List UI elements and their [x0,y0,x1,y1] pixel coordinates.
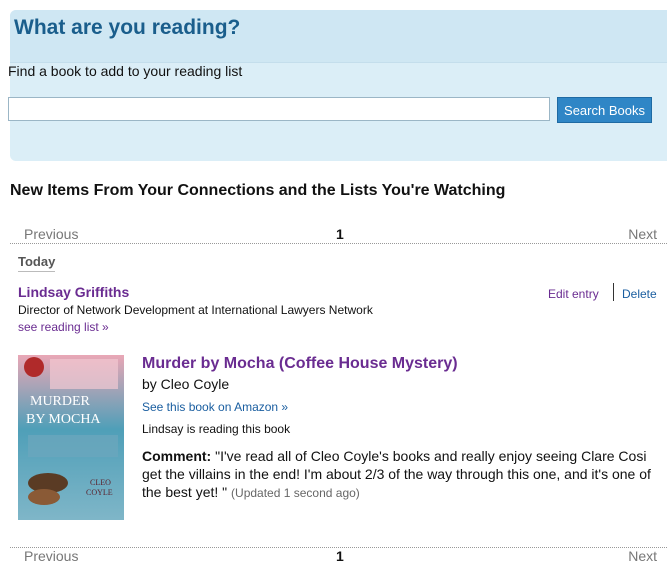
pager-next[interactable]: Next [628,226,657,242]
search-title: What are you reading? [14,16,241,39]
cover-badge [24,357,44,377]
book-search-input[interactable] [8,97,550,121]
pager-page-number: 1 [336,226,344,242]
pager-page-number: 1 [336,548,344,564]
comment-text: "I've read all of Cleo Coyle's books and… [142,448,651,500]
cover-title-line1: MURDER [30,394,91,409]
pager-top: Previous 1 Next [10,225,667,244]
edit-entry-link[interactable]: Edit entry [548,287,599,301]
pager-previous[interactable]: Previous [24,226,78,242]
user-title: Director of Network Development at Inter… [18,303,373,317]
cover-cup [28,489,60,505]
day-label: Today [18,254,56,272]
delete-link[interactable]: Delete [622,287,657,301]
search-books-button[interactable]: Search Books [557,97,652,123]
pager-bottom: Previous 1 Next [10,547,667,566]
book-cover-image[interactable]: MURDER BY MOCHA CLEO COYLE [18,355,124,520]
feed-heading: New Items From Your Connections and the … [10,182,506,199]
comment-block: Comment: "I've read all of Cleo Coyle's … [142,447,662,502]
cover-author-line2: COYLE [86,488,113,497]
amazon-link[interactable]: See this book on Amazon » [142,400,288,414]
comment-label: Comment: [142,448,212,464]
cover-table [28,435,118,457]
book-title-link[interactable]: Murder by Mocha (Coffee House Mystery) [142,355,458,373]
search-prompt: Find a book to add to your reading list [8,63,243,79]
pager-next[interactable]: Next [628,548,657,564]
book-author: by Cleo Coyle [142,376,230,392]
see-reading-list-link[interactable]: see reading list » [18,320,109,334]
updated-timestamp: (Updated 1 second ago) [231,486,360,500]
cover-figure [50,359,118,389]
cover-author-line1: CLEO [90,478,111,487]
user-name-link[interactable]: Lindsay Griffiths [18,284,129,300]
reading-status: Lindsay is reading this book [142,422,291,436]
pager-previous[interactable]: Previous [24,548,78,564]
cover-title-line2: BY MOCHA [26,412,101,427]
link-separator [613,283,614,301]
